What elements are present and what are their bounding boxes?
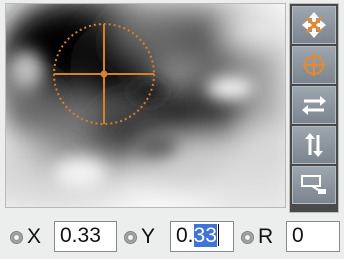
swap-vertical-icon (305, 133, 323, 157)
r-value: 0 (292, 224, 304, 247)
y-radio[interactable] (124, 231, 137, 244)
target-tool-button[interactable] (292, 46, 336, 84)
four-way-arrows-icon (302, 12, 326, 38)
swap-horizontal-button[interactable] (292, 86, 336, 124)
y-label: Y (141, 225, 156, 248)
r-input[interactable]: 0 (286, 221, 340, 252)
x-label: X (27, 225, 42, 248)
coordinates-row: X 0.33 Y 0.33 R 0 (0, 217, 344, 255)
r-radio[interactable] (241, 231, 254, 244)
x-value: 0.33 (60, 224, 101, 247)
crosshair-circle-icon (303, 54, 325, 76)
y-value-selection: 33 (193, 224, 217, 247)
window-resize-icon (301, 175, 326, 194)
texture-preview[interactable] (5, 3, 286, 208)
resize-tool-button[interactable] (292, 166, 336, 204)
x-input[interactable]: 0.33 (54, 221, 117, 252)
text-caret (217, 224, 219, 246)
x-radio[interactable] (10, 231, 23, 244)
move-tool-button[interactable] (292, 6, 336, 44)
tool-panel (289, 3, 339, 213)
swap-horizontal-icon (302, 96, 326, 115)
swap-vertical-button[interactable] (292, 126, 336, 164)
cloud-texture-image (6, 4, 285, 207)
r-label: R (258, 225, 274, 248)
y-input[interactable]: 0.33 (170, 221, 234, 252)
y-value-prefix: 0. (176, 224, 194, 247)
